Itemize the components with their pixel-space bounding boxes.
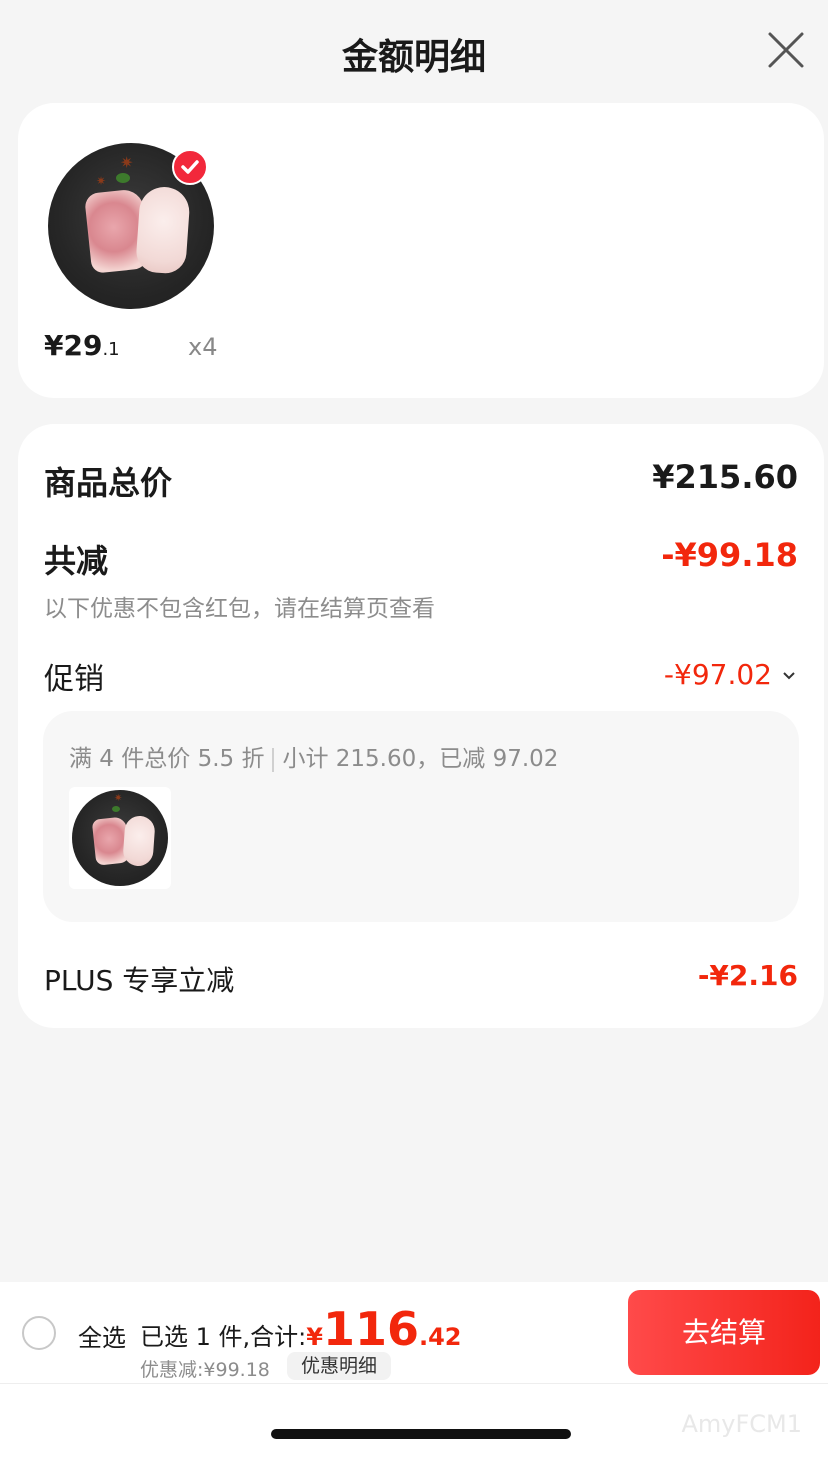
amount-detail-sheet: 金额明细 ✷ ✷ ¥29.1 x4 商品总价 ¥215.60 共减 -¥99.1… (0, 0, 828, 1457)
plate-image: ✷ (72, 790, 168, 886)
star-anise-icon: ✷ (114, 793, 123, 804)
product-image[interactable]: ✷ ✷ (48, 143, 214, 309)
meat-slice (135, 185, 191, 275)
total-int: 116 (322, 1302, 419, 1356)
watermark: AmyFCM1 (681, 1410, 802, 1438)
promo-subtotal: 小计 215.60，已减 97.02 (282, 746, 559, 772)
selected-text: 已选 1 件,合计: (140, 1323, 307, 1351)
product-card: ✷ ✷ ¥29.1 x4 (18, 103, 824, 398)
discount-detail-button[interactable]: 优惠明细 (287, 1352, 392, 1380)
discount-text: 优惠减:¥99.18 (140, 1359, 270, 1381)
checked-icon[interactable] (172, 149, 208, 185)
promo-rule: 满 4 件总价 5.5 折 (69, 746, 265, 772)
star-anise-icon: ✷ (96, 174, 107, 188)
chevron-down-icon[interactable] (782, 662, 796, 686)
total-dec: .42 (418, 1323, 462, 1351)
promo-label: 促销 (44, 662, 104, 697)
price-breakdown-card: 商品总价 ¥215.60 共减 -¥99.18 以下优惠不包含红包，请在结算页查… (18, 424, 824, 1028)
select-all-radio[interactable] (22, 1316, 56, 1350)
total-label: 商品总价 (44, 464, 173, 502)
product-price: ¥29.1 (44, 329, 120, 362)
home-indicator[interactable] (271, 1429, 571, 1439)
sheet-header: 金额明细 (0, 0, 828, 100)
herb-decoration (116, 173, 130, 183)
promo-detail-box: 满 4 件总价 5.5 折小计 215.60，已减 97.02 ✷ (43, 711, 799, 922)
herb-decoration (112, 806, 120, 812)
page-title: 金额明细 (341, 37, 486, 78)
reduce-value: -¥99.18 (661, 536, 798, 574)
meat-slice (122, 815, 156, 867)
divider (0, 1383, 828, 1384)
product-price-dec: .1 (102, 339, 120, 360)
select-all-label[interactable]: 全选 (78, 1318, 126, 1353)
promo-description: 满 4 件总价 5.5 折小计 215.60，已减 97.02 (69, 739, 558, 773)
total-summary: 已选 1 件,合计:¥116.42 (140, 1302, 462, 1356)
promo-value[interactable]: -¥97.02 (664, 658, 772, 691)
reduce-note: 以下优惠不包含红包，请在结算页查看 (44, 596, 435, 622)
promo-product-thumbnail[interactable]: ✷ (69, 787, 171, 889)
close-icon[interactable] (766, 30, 806, 70)
total-value: ¥215.60 (652, 458, 798, 496)
total-yen: ¥ (306, 1323, 323, 1351)
plus-label: PLUS 专享立减 (44, 964, 235, 997)
divider (272, 747, 275, 772)
checkout-button[interactable]: 去结算 (628, 1290, 820, 1375)
reduce-label: 共减 (44, 542, 109, 580)
product-price-int: ¥29 (44, 329, 103, 362)
star-anise-icon: ✷ (120, 153, 134, 172)
product-quantity: x4 (188, 333, 218, 361)
plus-value: -¥2.16 (697, 959, 798, 992)
